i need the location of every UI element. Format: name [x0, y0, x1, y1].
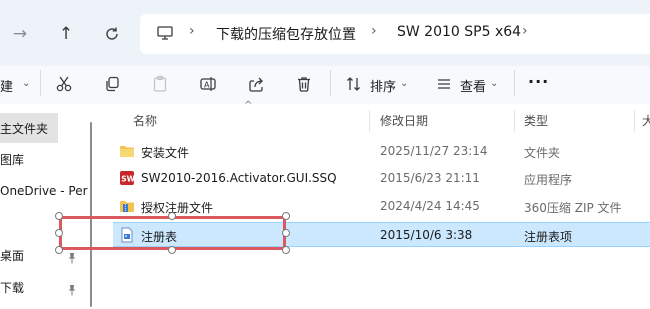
zip-icon — [120, 201, 134, 212]
sidebar-item-label: 桌面 — [0, 248, 25, 263]
breadcrumb-chevron-icon[interactable]: › — [522, 23, 528, 39]
this-pc-icon[interactable] — [156, 24, 174, 42]
pin-icon[interactable] — [66, 281, 78, 296]
resize-handle[interactable] — [55, 229, 63, 237]
view-icon[interactable] — [432, 72, 456, 96]
column-header-type[interactable]: 类型 — [524, 112, 548, 129]
file-name: 授权注册文件 — [141, 201, 214, 215]
view-dropdown-chevron-icon[interactable]: ⌄ — [490, 78, 498, 89]
delete-icon[interactable] — [292, 72, 316, 96]
sort-dropdown-chevron-icon[interactable]: ⌄ — [400, 78, 408, 89]
refresh-icon — [106, 27, 118, 40]
sort-ascending-icon: ^ — [244, 100, 253, 111]
up-button[interactable]: ↑ — [52, 20, 80, 48]
file-date: 2024/4/24 14:45 — [380, 199, 480, 213]
column-header-modified[interactable]: 修改日期 — [380, 112, 428, 129]
copy-icon[interactable] — [100, 72, 124, 96]
file-date: 2025/11/27 23:14 — [380, 144, 488, 158]
file-row[interactable]: 安装文件 2025/11/27 23:14 文件夹 — [113, 139, 650, 164]
toolbar-divider — [40, 70, 41, 96]
column-divider[interactable] — [369, 110, 370, 132]
column-header-name[interactable]: 名称 — [133, 112, 157, 129]
sort-button-label[interactable]: 排序 — [370, 76, 396, 95]
folder-icon — [120, 146, 134, 157]
resize-handle[interactable] — [282, 246, 290, 254]
svg-text:SW: SW — [121, 175, 135, 184]
sidebar-item-label: 下载 — [0, 280, 25, 295]
file-name: 安装文件 — [141, 146, 190, 160]
share-icon[interactable] — [244, 72, 268, 96]
file-row[interactable]: SW SW2010-2016.Activator.GUI.SSQ 2015/6/… — [113, 166, 650, 191]
file-type: 应用程序 — [524, 173, 573, 187]
column-header-size[interactable]: 大 — [642, 112, 650, 129]
sidebar-item-label: OneDrive - Per — [0, 184, 88, 198]
resize-handle[interactable] — [282, 212, 290, 220]
view-button-label[interactable]: 查看 — [460, 76, 486, 95]
file-type: 注册表项 — [524, 230, 573, 244]
column-divider[interactable] — [634, 110, 635, 132]
file-date: 2015/6/23 21:11 — [380, 171, 480, 185]
file-name: SW2010-2016.Activator.GUI.SSQ — [141, 171, 337, 185]
breadcrumb-chevron-icon[interactable]: › — [371, 23, 377, 39]
resize-handle[interactable] — [55, 212, 63, 220]
sidebar-item-home[interactable]: 主文件夹 — [0, 113, 58, 143]
rename-icon[interactable]: A — [196, 72, 220, 96]
resize-handle[interactable] — [168, 212, 176, 220]
exe-icon: SW — [120, 171, 135, 185]
more-options-button[interactable]: ··· — [528, 72, 549, 91]
sidebar-scrollbar[interactable] — [90, 122, 92, 307]
breadcrumb-item[interactable]: 下载的压缩包存放位置 — [216, 24, 356, 44]
sort-icon[interactable] — [342, 72, 366, 96]
resize-handle[interactable] — [55, 246, 63, 254]
command-bar — [0, 66, 650, 104]
file-type: 360压缩 ZIP 文件 — [524, 201, 622, 215]
toolbar-divider — [330, 70, 331, 96]
column-divider[interactable] — [514, 110, 515, 132]
sidebar-item-label: 主文件夹 — [0, 121, 49, 136]
sidebar-item-label: 图库 — [0, 152, 25, 167]
sidebar-item-onedrive[interactable]: OneDrive - Per — [0, 176, 88, 206]
svg-text:A: A — [204, 81, 210, 90]
resize-handle[interactable] — [282, 229, 290, 237]
breadcrumb-chevron-icon[interactable]: › — [189, 23, 195, 39]
highlight-annotation-box — [59, 216, 286, 250]
new-button-label[interactable]: 建 — [0, 76, 13, 95]
paste-icon[interactable] — [148, 72, 172, 96]
pin-icon[interactable] — [66, 249, 78, 264]
resize-handle[interactable] — [168, 246, 176, 254]
breadcrumb-item[interactable]: SW 2010 SP5 x64 — [397, 24, 521, 40]
file-type: 文件夹 — [524, 146, 561, 160]
sidebar-item-gallery[interactable]: 图库 — [0, 144, 80, 174]
toolbar-divider — [514, 70, 515, 96]
cut-icon[interactable] — [52, 72, 76, 96]
forward-button[interactable]: → — [6, 20, 34, 48]
refresh-button[interactable] — [98, 20, 126, 48]
file-date: 2015/10/6 3:38 — [380, 228, 473, 242]
new-dropdown-chevron-icon[interactable]: ⌄ — [22, 78, 30, 89]
